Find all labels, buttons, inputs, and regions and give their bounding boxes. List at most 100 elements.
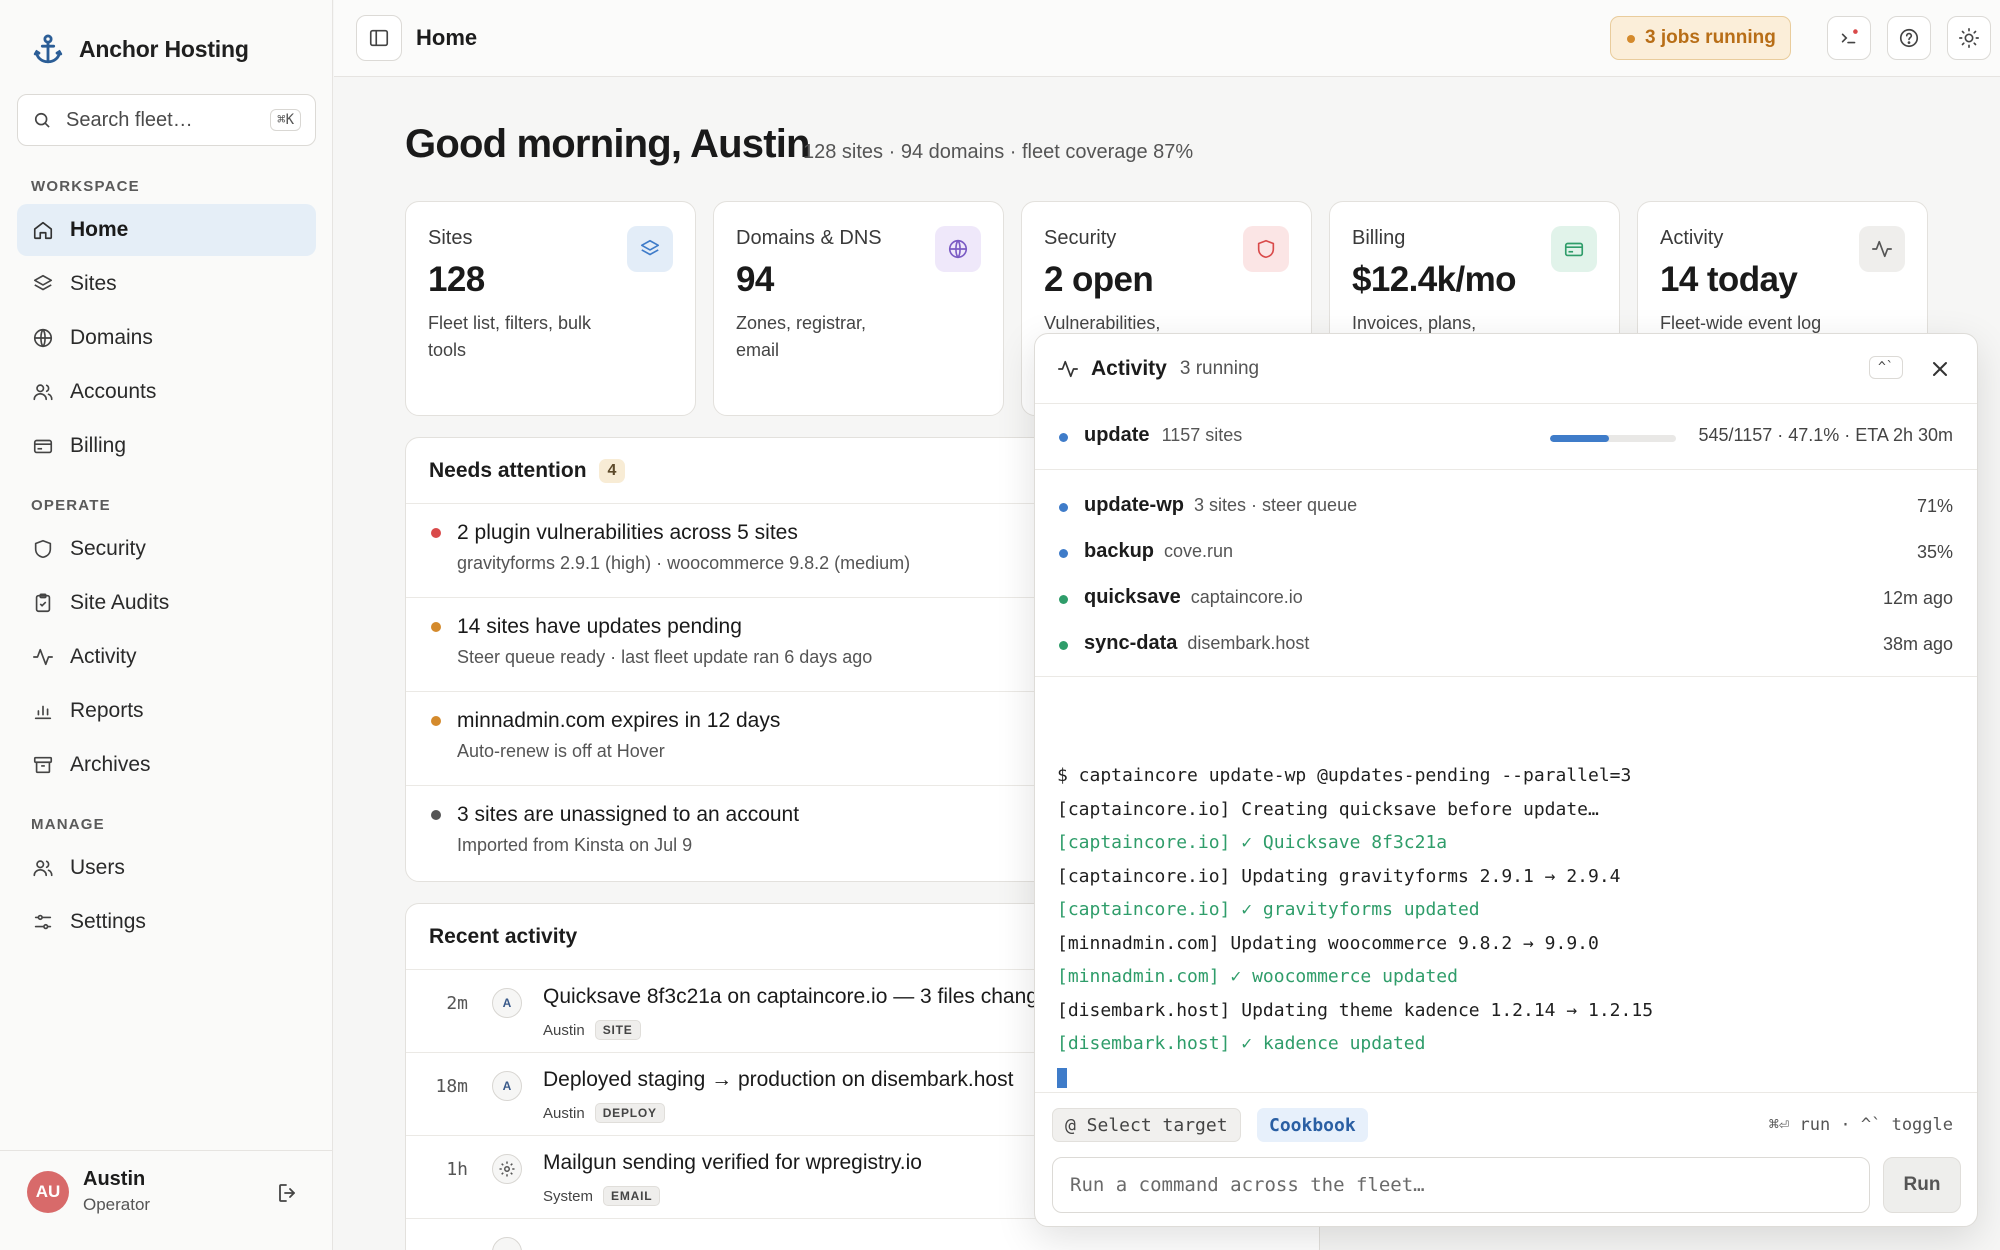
run-button[interactable]: Run [1883,1157,1961,1213]
user-role: Operator [83,1195,151,1214]
sidebar-item-label: Billing [70,434,127,457]
sidebar-item-sites[interactable]: Sites [17,258,316,310]
brand-name: Anchor Hosting [79,35,249,62]
attention-subtitle: gravityforms 2.9.1 (high) · woocommerce … [457,553,911,573]
sidebar-item-domains[interactable]: Domains [17,312,316,364]
sidebar: Anchor Hosting Search fleet… ⌘K WORKSPAC… [0,0,333,1250]
sidebar-item-reports[interactable]: Reports [17,685,316,737]
command-input[interactable] [1052,1157,1870,1213]
close-icon[interactable] [1928,357,1952,381]
globe-icon [33,328,53,348]
pulse-icon [1058,360,1078,377]
layers-icon [640,239,660,256]
sidebar-toggle-button[interactable] [356,15,402,61]
card-icon-wrap [1551,226,1597,272]
attention-subtitle: Auto-renew is off at Hover [457,741,665,761]
brand[interactable]: Anchor Hosting [31,31,249,67]
page-title: Good morning, Austin [405,122,810,166]
terminal-output: $ captaincore update-wp @updates-pending… [1035,759,1977,1088]
terminal-line: [captaincore.io] ✓ gravityforms updated [1057,899,1480,920]
sidebar-item-archives[interactable]: Archives [17,739,316,791]
search-box[interactable]: Search fleet… ⌘K [17,94,316,146]
help-button[interactable] [1887,16,1931,60]
activity-time: 1h [446,1159,468,1180]
job-progress-fill [1550,435,1610,442]
sidebar-item-label: Security [70,537,146,560]
bar-chart-icon [34,705,52,720]
sliders-icon [34,914,52,930]
sidebar-item-label: Users [70,856,125,879]
job-name: backup cove.run [1084,540,1234,562]
sidebar-item-home[interactable]: Home [17,204,316,256]
activity-meta: Austin DEPLOY [543,1103,665,1123]
select-target-button[interactable]: @ Select target [1052,1108,1241,1142]
pulse-icon [1872,240,1892,258]
job-status-dot [1059,503,1068,512]
job-progress-bar [1550,435,1676,442]
sidebar-item-activity[interactable]: Activity [17,631,316,683]
attention-subtitle: Steer queue ready · last fleet update ra… [457,647,873,667]
terminal-line: [minnadmin.com] ✓ woocommerce updated [1057,966,1458,987]
job-row[interactable]: update-wp 3 sites · steer queue 71% [1035,483,1977,529]
actor-avatar: A [492,988,522,1018]
avatar: AU [27,1171,69,1213]
toggle-shortcut[interactable]: ^` [1869,356,1903,379]
severity-dot [431,528,441,538]
sidebar-item-site-audits[interactable]: Site Audits [17,577,316,629]
terminal-line: $ captaincore update-wp @updates-pending… [1057,765,1632,786]
running-count: 3 running [1179,357,1260,379]
terminal-line: [disembark.host] ✓ kadence updated [1057,1033,1426,1054]
attention-title: 2 plugin vulnerabilities across 5 sites [457,521,798,544]
job-meta: disembark.host [1187,633,1310,653]
terminal-button[interactable] [1827,16,1871,60]
drawer-title: Activity [1091,356,1167,380]
pulse-icon [33,648,53,666]
sidebar-item-security[interactable]: Security [17,523,316,575]
users-icon [33,860,53,877]
actor-avatar: A [492,1071,522,1101]
card-description: Zones, registrar, email [736,313,867,360]
job-row[interactable]: quicksave captaincore.io 12m ago [1035,575,1977,621]
severity-dot [431,622,441,632]
actor-avatar [492,1237,522,1250]
shield-icon [1257,239,1275,259]
logout-icon[interactable] [276,1181,300,1205]
job-list: update-wp 3 sites · steer queue 71% backu… [1035,470,1977,677]
actor-name: Austin [543,1104,585,1122]
card-domains[interactable]: Domains & DNS 94 Zones, registrar, email [713,201,1004,416]
terminal-line: [minnadmin.com] Updating woocommerce 9.8… [1057,932,1599,954]
job-row[interactable]: backup cove.run 35% [1035,529,1977,575]
activity-time: 2m [446,993,468,1014]
card-icon-wrap [1859,226,1905,272]
job-meta: cove.run [1164,541,1234,561]
user-profile[interactable]: AU Austin Operator [0,1150,333,1250]
job-status-dot [1059,641,1068,650]
count-badge: 4 [598,458,626,483]
activity-tag: EMAIL [603,1186,661,1206]
sidebar-item-accounts[interactable]: Accounts [17,366,316,418]
terminal-line: [disembark.host] Updating theme kadence … [1057,999,1654,1021]
terminal-cursor [1057,1067,1067,1088]
sidebar-item-billing[interactable]: Billing [17,420,316,472]
job-row[interactable]: sync-data disembark.host 38m ago [1035,621,1977,667]
theme-toggle-button[interactable] [1947,16,1991,60]
jobs-running-badge[interactable]: 3 jobs running [1610,16,1791,60]
card-sites[interactable]: Sites 128 Fleet list, filters, bulk tool… [405,201,696,416]
activity-tag: SITE [594,1020,641,1040]
sidebar-item-label: Home [70,218,129,241]
job-status: 38m ago [1882,634,1953,654]
job-meta: 3 sites · steer queue [1194,495,1358,515]
panel-title: Needs attention [429,458,587,482]
job-row-update[interactable]: update 1157 sites 545/1157 · 47.1% · ETA … [1035,404,1977,470]
attention-title: minnadmin.com expires in 12 days [457,709,781,732]
activity-title: Mailgun sending verified for wpregistry.… [543,1151,922,1174]
activity-title: Deployed staging → production on disemba… [543,1068,1014,1091]
sidebar-item-settings[interactable]: Settings [17,896,316,948]
sidebar-item-label: Sites [70,272,117,295]
card-icon [33,439,53,454]
drawer-header: Activity 3 running ^` [1035,334,1977,404]
cookbook-button[interactable]: Cookbook [1257,1108,1368,1142]
terminal-line: [captaincore.io] Creating quicksave befo… [1057,798,1599,820]
sidebar-item-users[interactable]: Users [17,842,316,894]
sun-icon [1959,28,1979,48]
